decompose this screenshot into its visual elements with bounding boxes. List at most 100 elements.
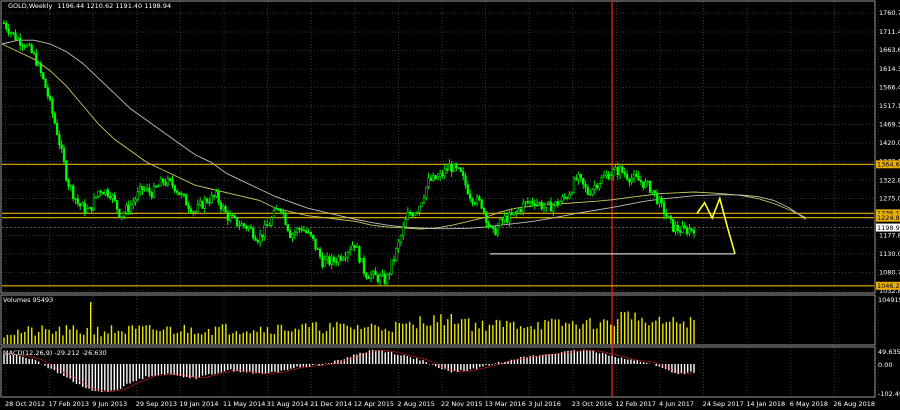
macd-max-label: 49.635 [878,348,900,356]
candle-body [646,181,649,183]
candle-body [662,202,666,215]
candle-body [115,200,119,210]
candle-body [439,173,442,177]
candle-body [475,196,479,204]
candle-body [222,206,225,210]
time-tick-label: 29 Sep 2013 [136,400,177,408]
time-tick-label: 11 May 2014 [223,400,265,408]
candle-body [612,169,615,176]
candle-body [247,226,250,229]
candle-body [155,185,158,188]
candle-body [404,219,407,227]
candle-body [655,192,659,205]
candle-body [501,218,504,221]
candle-body [450,164,453,172]
candle-body [166,178,169,186]
candle-body [254,237,257,241]
candle-body [139,186,142,193]
candle-body [282,211,285,214]
price-tag-label: 1224.80 [877,214,900,222]
price-tick-label: 1663.60 [879,46,900,54]
candle-body [561,196,564,202]
candle-body [182,193,186,196]
time-tick-label: 23 Oct 2016 [572,400,612,408]
candle-body [300,228,303,231]
price-tick-label: 1080.70 [879,269,900,277]
candle-body [637,176,640,181]
time-tick-label: 13 Mar 2016 [485,400,526,408]
candle-body [205,198,209,203]
candle-body [5,22,8,29]
price-tag-label: 1198.94 [877,224,900,232]
candle-body [164,182,167,186]
candle-body [224,206,227,213]
candle-body [464,175,467,186]
candle-body [69,185,73,187]
candle-body [385,274,389,284]
candle-body [665,213,668,217]
candle-body [572,178,576,193]
candle-body [157,185,160,188]
candle-body [508,212,511,223]
candle-body [16,37,19,41]
candle-body [277,208,280,210]
candle-body [97,190,100,197]
candle-body [605,174,608,177]
candle-body [589,194,592,196]
candle-body [577,174,580,180]
candle-body [199,201,202,205]
candle-body [639,180,643,183]
candle-body [485,211,488,224]
candle-body [192,211,195,213]
candle-body [422,197,426,203]
candle-body [471,198,474,204]
candle-body [616,167,619,176]
candle-body [625,174,629,180]
time-tick-label: 21 Dec 2014 [310,400,352,408]
candle-body [325,256,329,260]
candle-body [547,201,550,204]
candle-body [231,215,234,217]
candle-body [399,235,403,243]
volume-max-label: 1049151 [878,296,900,304]
candle-body [554,201,557,206]
time-tick-label: 28 Oct 2012 [5,400,45,408]
candle-body [152,185,156,198]
candle-body [642,181,645,188]
candle-body [432,175,435,181]
candle-body [519,209,523,212]
candle-body [67,179,70,187]
candle-body [672,218,675,232]
candle-body [415,212,419,214]
candle-body [79,203,82,207]
candle-body [242,223,246,227]
candle-body [598,183,601,189]
candle-body [487,222,490,226]
candle-body [95,195,98,198]
candle-body [436,176,439,180]
time-tick-label: 14 Jan 2018 [746,400,785,408]
candle-body [275,208,278,211]
candle-body [575,178,578,180]
candle-body [76,198,79,204]
candle-body [669,215,673,220]
candle-body [529,201,532,204]
trading-chart[interactable]: 1760.75 1711.45 1663.60 1614.30 1566.45 1517.… [0,0,900,410]
candle-body [406,212,409,220]
candle-body [132,201,135,205]
time-tick-label: 17 Feb 2013 [49,400,89,408]
candle-body [32,52,36,54]
candle-body [515,211,518,213]
candle-body [14,32,17,41]
candle-body [150,191,153,198]
candle-body [83,202,86,213]
candle-body [466,184,469,195]
candle-body [591,189,594,195]
candle-body [314,238,317,250]
candle-body [427,177,430,188]
candle-body [441,173,444,176]
candle-body [349,249,352,253]
candle-body [369,274,373,279]
time-tick-label: 2 Aug 2015 [397,400,435,408]
candle-body [321,256,324,267]
